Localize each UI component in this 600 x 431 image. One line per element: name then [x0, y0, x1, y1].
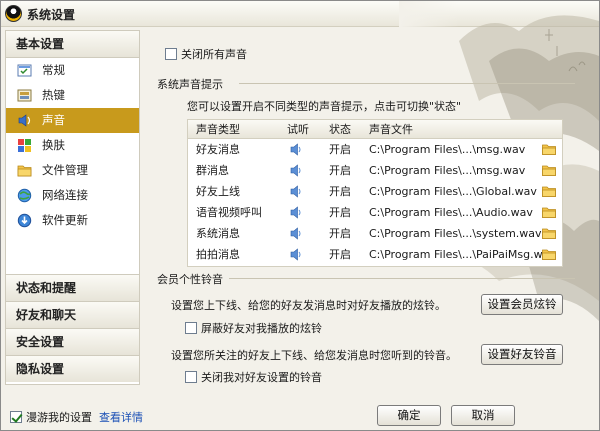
section-divider	[239, 83, 575, 84]
qq-penguin-icon	[5, 5, 22, 22]
window-title: 系统设置	[27, 8, 76, 22]
speaker-preview-icon[interactable]	[290, 248, 302, 261]
sidebar-item-label: 常规	[42, 63, 65, 77]
sound-file-path: C:\Program Files\...\msg.wav	[369, 143, 526, 156]
sound-file-path: C:\Program Files\...\Global.wav	[369, 185, 537, 198]
speaker-preview-icon[interactable]	[290, 185, 302, 198]
roam-settings-option[interactable]: 漫游我的设置	[10, 409, 92, 425]
table-row[interactable]: 拍拍消息 开启 C:\Program Files\...\PaiPaiMsg.w…	[188, 244, 562, 265]
status-toggle[interactable]: 开启	[329, 223, 351, 244]
sound-file-path: C:\Program Files\...\msg.wav	[369, 164, 526, 177]
sound-file-path: C:\Program Files\...\system.wav	[369, 227, 542, 240]
cancel-button[interactable]: 取消	[451, 405, 515, 426]
browse-folder-icon[interactable]	[542, 186, 556, 197]
sidebar-item-sound[interactable]: 声音	[6, 108, 139, 133]
disable-friend-ringtone-checkbox[interactable]	[185, 371, 197, 383]
settings-sidebar: 基本设置 常规 热键 声音 换肤 文件管理 网络连接 软件更新 状态和提醒 好友…	[5, 30, 140, 385]
speaker-preview-icon[interactable]	[290, 143, 302, 156]
mute-all-label: 关闭所有声音	[181, 48, 247, 61]
hotkey-icon	[17, 89, 32, 102]
disable-friend-ringtone-option[interactable]: 关闭我对好友设置的铃音	[185, 369, 322, 385]
block-friend-ringtone-checkbox[interactable]	[185, 322, 197, 334]
roam-settings-checkbox[interactable]	[10, 411, 22, 423]
table-row[interactable]: 好友消息 开启 C:\Program Files\...\msg.wav	[188, 139, 562, 160]
sound-table: 声音类型 试听 状态 声音文件 好友消息 开启 C:\Program Files…	[187, 119, 563, 267]
speaker-preview-icon[interactable]	[290, 206, 302, 219]
sidebar-header-basic[interactable]: 基本设置	[6, 31, 139, 58]
table-row[interactable]: 好友上线 开启 C:\Program Files\...\Global.wav	[188, 181, 562, 202]
status-toggle[interactable]: 开启	[329, 181, 351, 202]
set-friend-ringtone-button[interactable]: 设置好友铃音	[481, 344, 563, 365]
sound-type-cell: 系统消息	[196, 227, 240, 240]
view-details-link[interactable]: 查看详情	[99, 409, 143, 425]
sound-type-cell: 拍拍消息	[196, 248, 240, 261]
sidebar-item-hotkey[interactable]: 热键	[6, 83, 139, 108]
browse-folder-icon[interactable]	[542, 228, 556, 239]
status-toggle[interactable]: 开启	[329, 244, 351, 265]
table-row[interactable]: 语音视频呼叫 开启 C:\Program Files\...\Audio.wav	[188, 202, 562, 223]
block-friend-ringtone-option[interactable]: 屏蔽好友对我播放的炫铃	[185, 320, 322, 336]
column-header-sound-file[interactable]: 声音文件	[369, 120, 413, 139]
status-toggle[interactable]: 开启	[329, 139, 351, 160]
friend-ringtone-description: 设置您所关注的好友上下线、给您发消息时您听到的铃音。	[171, 349, 457, 362]
sidebar-item-network[interactable]: 网络连接	[6, 183, 139, 208]
sidebar-item-label: 网络连接	[42, 188, 88, 202]
sound-settings-panel: 关闭所有声音 系统声音提示 您可以设置开启不同类型的声音提示，点击可切换"状态"…	[147, 30, 595, 392]
column-header-status[interactable]: 状态	[329, 120, 351, 139]
ok-button[interactable]: 确定	[377, 405, 441, 426]
browse-folder-icon[interactable]	[542, 165, 556, 176]
speaker-preview-icon[interactable]	[290, 164, 302, 177]
network-icon	[17, 188, 32, 203]
speaker-preview-icon[interactable]	[290, 227, 302, 240]
sidebar-group-privacy[interactable]: 隐私设置	[6, 355, 139, 382]
sidebar-item-label: 热键	[42, 88, 65, 102]
section-divider	[229, 278, 575, 279]
column-header-sound-type[interactable]: 声音类型	[196, 120, 240, 139]
mute-all-checkbox[interactable]	[165, 48, 177, 60]
sidebar-group-friends-chat[interactable]: 好友和聊天	[6, 301, 139, 328]
disable-friend-ringtone-label: 关闭我对好友设置的铃音	[201, 371, 322, 384]
sidebar-item-update[interactable]: 软件更新	[6, 208, 139, 233]
folder-icon	[17, 165, 32, 177]
sound-type-cell: 群消息	[196, 164, 229, 177]
sidebar-item-label: 文件管理	[42, 163, 88, 177]
browse-folder-icon[interactable]	[542, 144, 556, 155]
sound-file-path: C:\Program Files\...\PaiPaiMsg.wav	[369, 248, 556, 261]
sidebar-item-skin[interactable]: 换肤	[6, 133, 139, 158]
browse-folder-icon[interactable]	[542, 207, 556, 218]
sound-icon	[18, 114, 31, 127]
sound-type-cell: 语音视频呼叫	[196, 206, 262, 219]
sidebar-item-file-management[interactable]: 文件管理	[6, 158, 139, 183]
system-sound-hint: 您可以设置开启不同类型的声音提示，点击可切换"状态"	[187, 100, 462, 113]
mute-all-option[interactable]: 关闭所有声音	[165, 46, 247, 62]
roam-settings-label: 漫游我的设置	[26, 411, 92, 424]
block-friend-ringtone-label: 屏蔽好友对我播放的炫铃	[201, 322, 322, 335]
sidebar-item-label: 软件更新	[42, 213, 88, 227]
set-member-ringtone-button[interactable]: 设置会员炫铃	[481, 294, 563, 315]
settings-window: 系统设置 基本设置 常规 热键 声音 换肤 文件管理 网络连接 软件更新 状态和…	[0, 0, 600, 431]
update-icon	[17, 213, 32, 228]
sidebar-group-security[interactable]: 安全设置	[6, 328, 139, 355]
table-row[interactable]: 群消息 开启 C:\Program Files\...\msg.wav	[188, 160, 562, 181]
status-toggle[interactable]: 开启	[329, 202, 351, 223]
sidebar-item-general[interactable]: 常规	[6, 58, 139, 83]
sidebar-group-status[interactable]: 状态和提醒	[6, 274, 139, 301]
sidebar-item-label: 声音	[42, 113, 65, 127]
sound-type-cell: 好友消息	[196, 143, 240, 156]
title-bar[interactable]: 系统设置	[1, 1, 599, 27]
member-ringtone-section-title: 会员个性铃音	[157, 273, 223, 286]
sidebar-item-label: 换肤	[42, 138, 65, 152]
status-toggle[interactable]: 开启	[329, 160, 351, 181]
sound-type-cell: 好友上线	[196, 185, 240, 198]
skin-icon	[18, 139, 31, 152]
system-sound-section-title: 系统声音提示	[157, 78, 223, 91]
sound-file-path: C:\Program Files\...\Audio.wav	[369, 206, 533, 219]
member-ringtone-description: 设置您上下线、给您的好友发消息时对好友播放的炫铃。	[171, 299, 446, 312]
sound-table-header: 声音类型 试听 状态 声音文件	[188, 120, 562, 139]
table-row[interactable]: 系统消息 开启 C:\Program Files\...\system.wav	[188, 223, 562, 244]
dialog-footer: 漫游我的设置 查看详情 确定 取消	[1, 394, 599, 430]
browse-folder-icon[interactable]	[542, 249, 556, 260]
general-icon	[17, 64, 32, 77]
column-header-preview[interactable]: 试听	[287, 120, 309, 139]
